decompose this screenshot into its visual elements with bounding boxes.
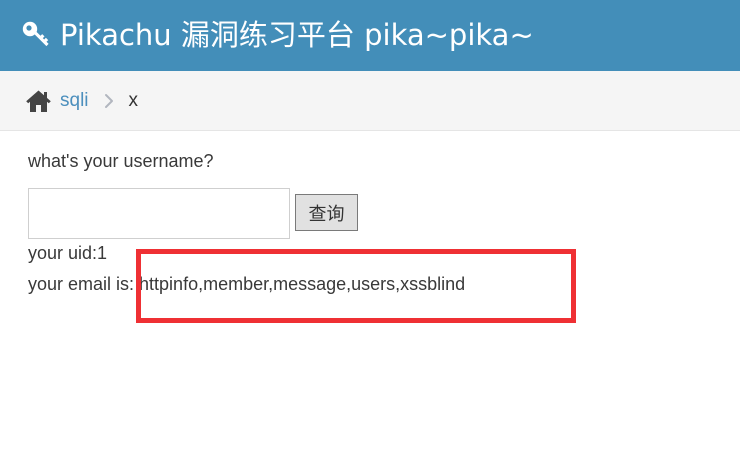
- uid-result: your uid:1: [28, 243, 108, 263]
- query-button[interactable]: 查询: [295, 194, 358, 231]
- email-result: your email is: httpinfo,member,message,u…: [28, 274, 466, 294]
- username-input[interactable]: [28, 188, 290, 239]
- page: Pikachu 漏洞练习平台 pika~pika~ sqli x what's …: [0, 0, 740, 464]
- chevron-right-icon: [101, 92, 117, 110]
- breadcrumb-list: sqli x: [24, 88, 138, 114]
- breadcrumb-current-x: x: [128, 90, 139, 111]
- site-title: Pikachu 漏洞练习平台 pika~pika~: [60, 18, 534, 52]
- top-navbar: Pikachu 漏洞练习平台 pika~pika~: [0, 0, 740, 71]
- breadcrumb-link-sqli[interactable]: sqli: [60, 90, 89, 112]
- username-prompt: what's your username?: [28, 151, 214, 171]
- brand-link[interactable]: Pikachu 漏洞练习平台 pika~pika~: [20, 14, 534, 56]
- breadcrumb: sqli x: [0, 71, 740, 131]
- username-search-form: 查询: [28, 188, 358, 239]
- home-icon[interactable]: [24, 88, 52, 114]
- key-icon: [20, 19, 52, 51]
